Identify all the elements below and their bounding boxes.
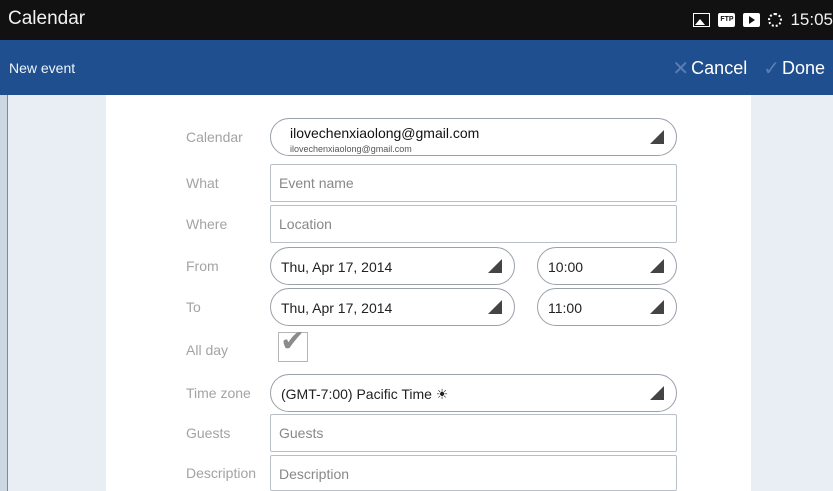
cancel-button[interactable]: ✕ Cancel <box>664 56 755 81</box>
description-input[interactable]: Description <box>270 455 677 491</box>
calendar-select[interactable]: ilovechenxiaolong@gmail.com ilovechenxia… <box>270 118 677 156</box>
dropdown-arrow-icon <box>650 130 664 144</box>
done-label: Done <box>781 58 825 78</box>
from-label: From <box>186 258 219 274</box>
time-zone-label: Time zone <box>186 385 251 401</box>
to-time-value: 11:00 <box>548 300 582 316</box>
all-day-label: All day <box>186 342 229 358</box>
action-bar: New event ✕ Cancel ✓ Done <box>0 40 833 95</box>
to-date-select[interactable]: Thu, Apr 17, 2014 <box>270 288 515 326</box>
location-input[interactable]: Location <box>270 205 677 243</box>
guests-input[interactable]: Guests <box>270 414 677 452</box>
dropdown-arrow-icon <box>488 300 502 314</box>
status-app-title: Calendar <box>8 8 86 29</box>
status-icons: FTP 15:05 <box>693 8 833 32</box>
from-time-select[interactable]: 10:00 <box>537 247 677 285</box>
to-label: To <box>186 299 201 315</box>
to-time-select[interactable]: 11:00 <box>537 288 677 326</box>
all-day-checkbox[interactable]: ✔ <box>278 327 308 362</box>
description-label: Description <box>186 465 257 481</box>
guests-label: Guests <box>186 425 231 441</box>
calendar-account: ilovechenxiaolong@gmail.com <box>290 125 480 141</box>
left-panel-edge <box>0 95 8 491</box>
ftp-icon: FTP <box>718 13 736 27</box>
action-buttons: ✕ Cancel ✓ Done <box>664 56 833 81</box>
dropdown-arrow-icon <box>650 386 664 400</box>
status-bar: Calendar FTP 15:05 <box>0 0 833 40</box>
check-icon: ✓ <box>763 58 780 80</box>
what-label: What <box>186 175 219 191</box>
done-button[interactable]: ✓ Done <box>755 56 833 81</box>
checkmark-icon: ✔ <box>280 325 306 358</box>
calendar-label: Calendar <box>186 129 243 145</box>
dropdown-arrow-icon <box>650 259 664 273</box>
calendar-account-sub: ilovechenxiaolong@gmail.com <box>290 144 412 154</box>
time-zone-value: (GMT-7:00) Pacific Time ☀ <box>281 386 449 402</box>
image-icon <box>693 13 711 27</box>
event-form: Calendar ilovechenxiaolong@gmail.com ilo… <box>106 95 751 491</box>
sync-icon <box>768 13 783 27</box>
time-zone-select[interactable]: (GMT-7:00) Pacific Time ☀ <box>270 374 677 412</box>
event-name-input[interactable]: Event name <box>270 164 677 202</box>
close-icon: ✕ <box>672 58 690 80</box>
from-date-select[interactable]: Thu, Apr 17, 2014 <box>270 247 515 285</box>
dropdown-arrow-icon <box>488 259 502 273</box>
cancel-label: Cancel <box>691 58 748 78</box>
action-bar-title: New event <box>9 60 76 76</box>
where-label: Where <box>186 216 228 232</box>
from-time-value: 10:00 <box>548 259 584 275</box>
status-time: 15:05 <box>790 10 833 29</box>
from-date-value: Thu, Apr 17, 2014 <box>281 259 393 275</box>
dropdown-arrow-icon <box>650 300 664 314</box>
to-date-value: Thu, Apr 17, 2014 <box>281 300 393 316</box>
play-store-icon <box>743 13 761 27</box>
